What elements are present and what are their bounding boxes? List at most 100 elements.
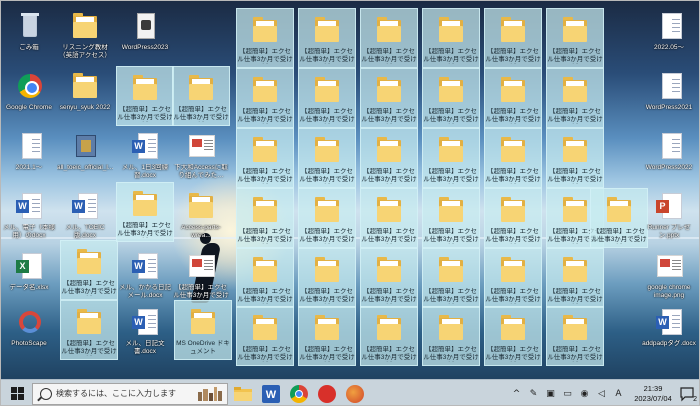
desktop-icon-selected-folder[interactable]: 【超簡単】エクセル仕事3か月で受ける話… <box>298 188 356 248</box>
desktop-icon-selected-folder[interactable]: 【超簡単】エクセル仕事3か月で受ける話… <box>360 128 418 188</box>
desktop-icon-label: 【超簡単】エクセル仕事3か月で受ける話… <box>361 48 417 63</box>
desktop[interactable]: ごみ箱 Google Chrome 2021.1～ W メル、電子（本様用）のd… <box>0 0 700 406</box>
app-icon <box>346 384 364 403</box>
desktop-icon-wordpress2023[interactable]: WordPress2023 <box>117 5 173 52</box>
desktop-icon-selected-folder[interactable]: 【超簡単】エクセル仕事3か月で受ける話… <box>236 68 294 128</box>
desktop-icon-access-parts[interactable]: Access-parts-wrea... <box>173 185 229 240</box>
taskbar-file-explorer[interactable] <box>230 381 256 406</box>
chevron-up-icon[interactable]: ^ <box>510 386 523 402</box>
desktop-icon-word-document[interactable]: W メル、日記文書.docx <box>117 301 173 356</box>
desktop-icon-label: 【超簡単】エクセル仕事3か月で受ける話… <box>299 288 355 303</box>
desktop-icon-photoscape[interactable]: PhotoScape <box>1 301 57 348</box>
desktop-icon-selected-folder[interactable]: 【超簡単】エクセル仕事3か月で受ける話… <box>546 128 604 188</box>
desktop-icon-excel[interactable]: X データ名.xlsx <box>1 245 57 292</box>
desktop-icon-selected-folder[interactable]: 【超簡単】エクセル仕事3か月で受ける話… <box>236 8 294 68</box>
folder-icon <box>374 135 404 165</box>
desktop-icon-wordpress2021[interactable]: WordPress2021 <box>641 65 697 112</box>
windows-start-icon[interactable] <box>6 382 30 406</box>
image-thumbnail-icon <box>186 131 216 161</box>
desktop-icon-selected-folder[interactable]: 【超簡単】エクセル仕事3か月で受ける話… <box>546 8 604 68</box>
desktop-icon-google-chrome[interactable]: Google Chrome <box>1 65 57 112</box>
taskbar-app-orange[interactable] <box>342 381 368 406</box>
desktop-icon-access-thumbnail[interactable]: 下大和Accessに取り組んでみた… <box>173 125 229 180</box>
network-icon[interactable]: ◉ <box>578 386 591 402</box>
desktop-icon-2022-folder[interactable]: 2022.05～ <box>641 5 697 52</box>
taskbar-word[interactable]: W <box>258 381 284 405</box>
desktop-icon-selected-folder[interactable]: 【超簡単】エクセル仕事3か月で受ける話… <box>236 128 294 188</box>
folder-icon <box>374 313 404 343</box>
desktop-icon-selected-folder[interactable]: 【超簡単】エクセル仕事3か月で受ける話… <box>60 300 118 360</box>
desktop-icon-selected-folder[interactable]: 【超簡単】エクセル仕事3か月で受ける話… <box>546 306 604 366</box>
volume-icon[interactable]: ◁ <box>595 386 608 402</box>
notification-center-icon[interactable]: 2 <box>679 386 697 403</box>
desktop-icon-selected-folder[interactable]: 【超簡単】エクセル仕事3か月で受ける話… <box>298 68 356 128</box>
desktop-icon-png[interactable]: google chrome image.png <box>641 245 697 300</box>
clock[interactable]: 21:39 2023/07/04 <box>630 384 676 404</box>
desktop-icon-selected-folder[interactable]: 【超簡単】エクセル仕事3か月で受ける話… <box>298 128 356 188</box>
desktop-icon-selected-folder[interactable]: 【超簡単】エクセル仕事3か月で受ける話… <box>422 306 480 366</box>
desktop-icon-label: Runner プレゼン.pptx <box>647 224 691 239</box>
folder-icon <box>70 11 100 41</box>
desktop-icon-selected-folder[interactable]: 【超簡単】エクセル仕事3か月で受ける話… <box>360 248 418 308</box>
desktop-icon-selected-folder[interactable]: 【超簡単】エクセル仕事3か月で受ける話… <box>422 248 480 308</box>
desktop-icon-selected-folder[interactable]: 【超簡単】エクセル仕事3か月で受ける話… <box>422 128 480 188</box>
desktop-icon-selected-folder[interactable]: 【超簡単】エクセル仕事3か月で受ける話… <box>422 188 480 248</box>
desktop-icon-selected-folder[interactable]: 【超簡単】エクセル仕事3か月で受ける話… <box>546 248 604 308</box>
desktop-icon-label: 【超簡単】エクセル仕事3か月で受ける話… <box>299 48 355 63</box>
clock-time: 21:39 <box>643 383 663 393</box>
desktop-icon-selected-folder[interactable]: 【超簡単】エクセル仕事3か月で受ける話… <box>484 68 542 128</box>
desktop-icon-selected-folder[interactable]: 【超簡単】エクセル仕事3か月で受ける話… <box>298 8 356 68</box>
desktop-icon-2021-folder[interactable]: 2021.1～ <box>1 125 57 172</box>
desktop-icon-pptx[interactable]: P Runner プレゼン.pptx <box>641 185 697 240</box>
desktop-icon-selected-folder[interactable]: 【超簡単】エクセル仕事3か月で受ける話… <box>484 8 542 68</box>
desktop-icon-selected-folder[interactable]: 【超簡単】エクセル仕事3か月で受ける話… <box>422 68 480 128</box>
folder-icon <box>188 307 218 337</box>
desktop-icon-word-practice[interactable]: W メル、1日3回練習.docx <box>117 125 173 180</box>
desktop-icon-listening-folder[interactable]: リスニング教材（英語アクセス） <box>57 5 113 60</box>
desktop-icon-selected-folder[interactable]: 【超簡単】エクセル仕事3か月で受ける話… <box>484 306 542 366</box>
desktop-icon-selected-folder[interactable]: 【超簡単】エクセル仕事3か月で受ける話… <box>546 68 604 128</box>
desktop-icon-word-mail[interactable]: W メル、電子（本様用）のdocx <box>1 185 57 240</box>
desktop-icon-word-toeic[interactable]: W メル、TOEIC版.docx <box>57 185 113 240</box>
desktop-icon-winrar[interactable]: all_toeic_official_l... <box>57 125 113 172</box>
desktop-icon-label: メル、TOEIC版.docx <box>65 224 105 239</box>
folder-icon <box>374 15 404 45</box>
desktop-icon-label: 【超簡単】エクセル仕事3か月で受ける話… <box>117 222 173 237</box>
folder-icon <box>560 75 590 105</box>
folder-icon <box>374 75 404 105</box>
photo-icon[interactable]: ▣ <box>544 386 557 402</box>
ime-mode-indicator[interactable]: A <box>612 386 625 402</box>
desktop-icon-word-diary[interactable]: W メル、かかる日記メール.docx <box>117 245 173 300</box>
desktop-icon-senyu-folder[interactable]: senyu_syuk 2022 <box>57 65 113 112</box>
desktop-icon-selected-folder[interactable]: 【超簡単】エクセル仕事3か月で受ける話… <box>236 248 294 308</box>
desktop-icon-selected-folder[interactable]: 【超簡単】エクセル仕事3か月で受ける話… <box>116 182 174 242</box>
desktop-icon-docx[interactable]: W addpadpタグ.docx <box>641 301 697 348</box>
desktop-icon-selected-folder[interactable]: 【超簡単】エクセル仕事3か月で受ける話… <box>360 68 418 128</box>
desktop-icon-selected-folder[interactable]: 【超簡単】エクセル仕事3か月で受ける話… <box>484 188 542 248</box>
desktop-icon-selected-folder[interactable]: 【超簡単】エクセル仕事3か月で受ける話… <box>298 248 356 308</box>
taskbar-app-red[interactable] <box>314 381 340 406</box>
desktop-icon-recycle-bin[interactable]: ごみ箱 <box>1 5 57 52</box>
desktop-icon-label: 【超簡単】エクセル仕事3か月で受ける話… <box>299 346 355 361</box>
pen-icon[interactable]: ✎ <box>527 386 540 402</box>
desktop-icon-selected-folder[interactable]: 【超簡単】エクセル仕事3か月で受ける話… <box>590 188 648 248</box>
desktop-icon-selected-folder[interactable]: 【超簡単】エクセル仕事3か月で受ける話… <box>116 66 174 126</box>
taskbar-chrome[interactable] <box>286 381 312 405</box>
desktop-icon-image-thumbnail[interactable]: 【超簡単】エクセル仕事3か月で受ける話… <box>173 245 229 300</box>
desktop-icon-wordpress2022[interactable]: WordPress2022 <box>641 125 697 172</box>
desktop-icon-selected-folder[interactable]: 【超簡単】エクセル仕事3か月で受ける話… <box>60 240 118 300</box>
desktop-icon-selected-folder[interactable]: 【超簡単】エクセル仕事3か月で受ける話… <box>298 306 356 366</box>
desktop-icon-selected-folder[interactable]: 【超簡単】エクセル仕事3か月で受ける話… <box>236 306 294 366</box>
desktop-icon-selected-onedrive[interactable]: MS OneDrive ドキュメント <box>174 300 232 360</box>
desktop-icon-selected-folder[interactable]: 【超簡単】エクセル仕事3か月で受ける話… <box>484 128 542 188</box>
desktop-icon-selected-folder[interactable]: 【超簡単】エクセル仕事3か月で受ける話… <box>360 188 418 248</box>
folder-icon <box>436 75 466 105</box>
desktop-icon-selected-folder[interactable]: 【超簡単】エクセル仕事3か月で受ける話… <box>172 66 230 126</box>
desktop-icon-selected-folder[interactable]: 【超簡単】エクセル仕事3か月で受ける話… <box>236 188 294 248</box>
desktop-icon-selected-folder[interactable]: 【超簡単】エクセル仕事3か月で受ける話… <box>360 306 418 366</box>
desktop-icon-selected-folder[interactable]: 【超簡単】エクセル仕事3か月で受ける話… <box>360 8 418 68</box>
battery-icon[interactable]: ▭ <box>561 386 574 402</box>
desktop-icon-selected-folder[interactable]: 【超簡単】エクセル仕事3か月で受ける話… <box>484 248 542 308</box>
taskbar-search-box[interactable]: 検索するには、ここに入力します <box>32 382 228 405</box>
desktop-icon-selected-folder[interactable]: 【超簡単】エクセル仕事3か月で受ける話… <box>422 8 480 68</box>
